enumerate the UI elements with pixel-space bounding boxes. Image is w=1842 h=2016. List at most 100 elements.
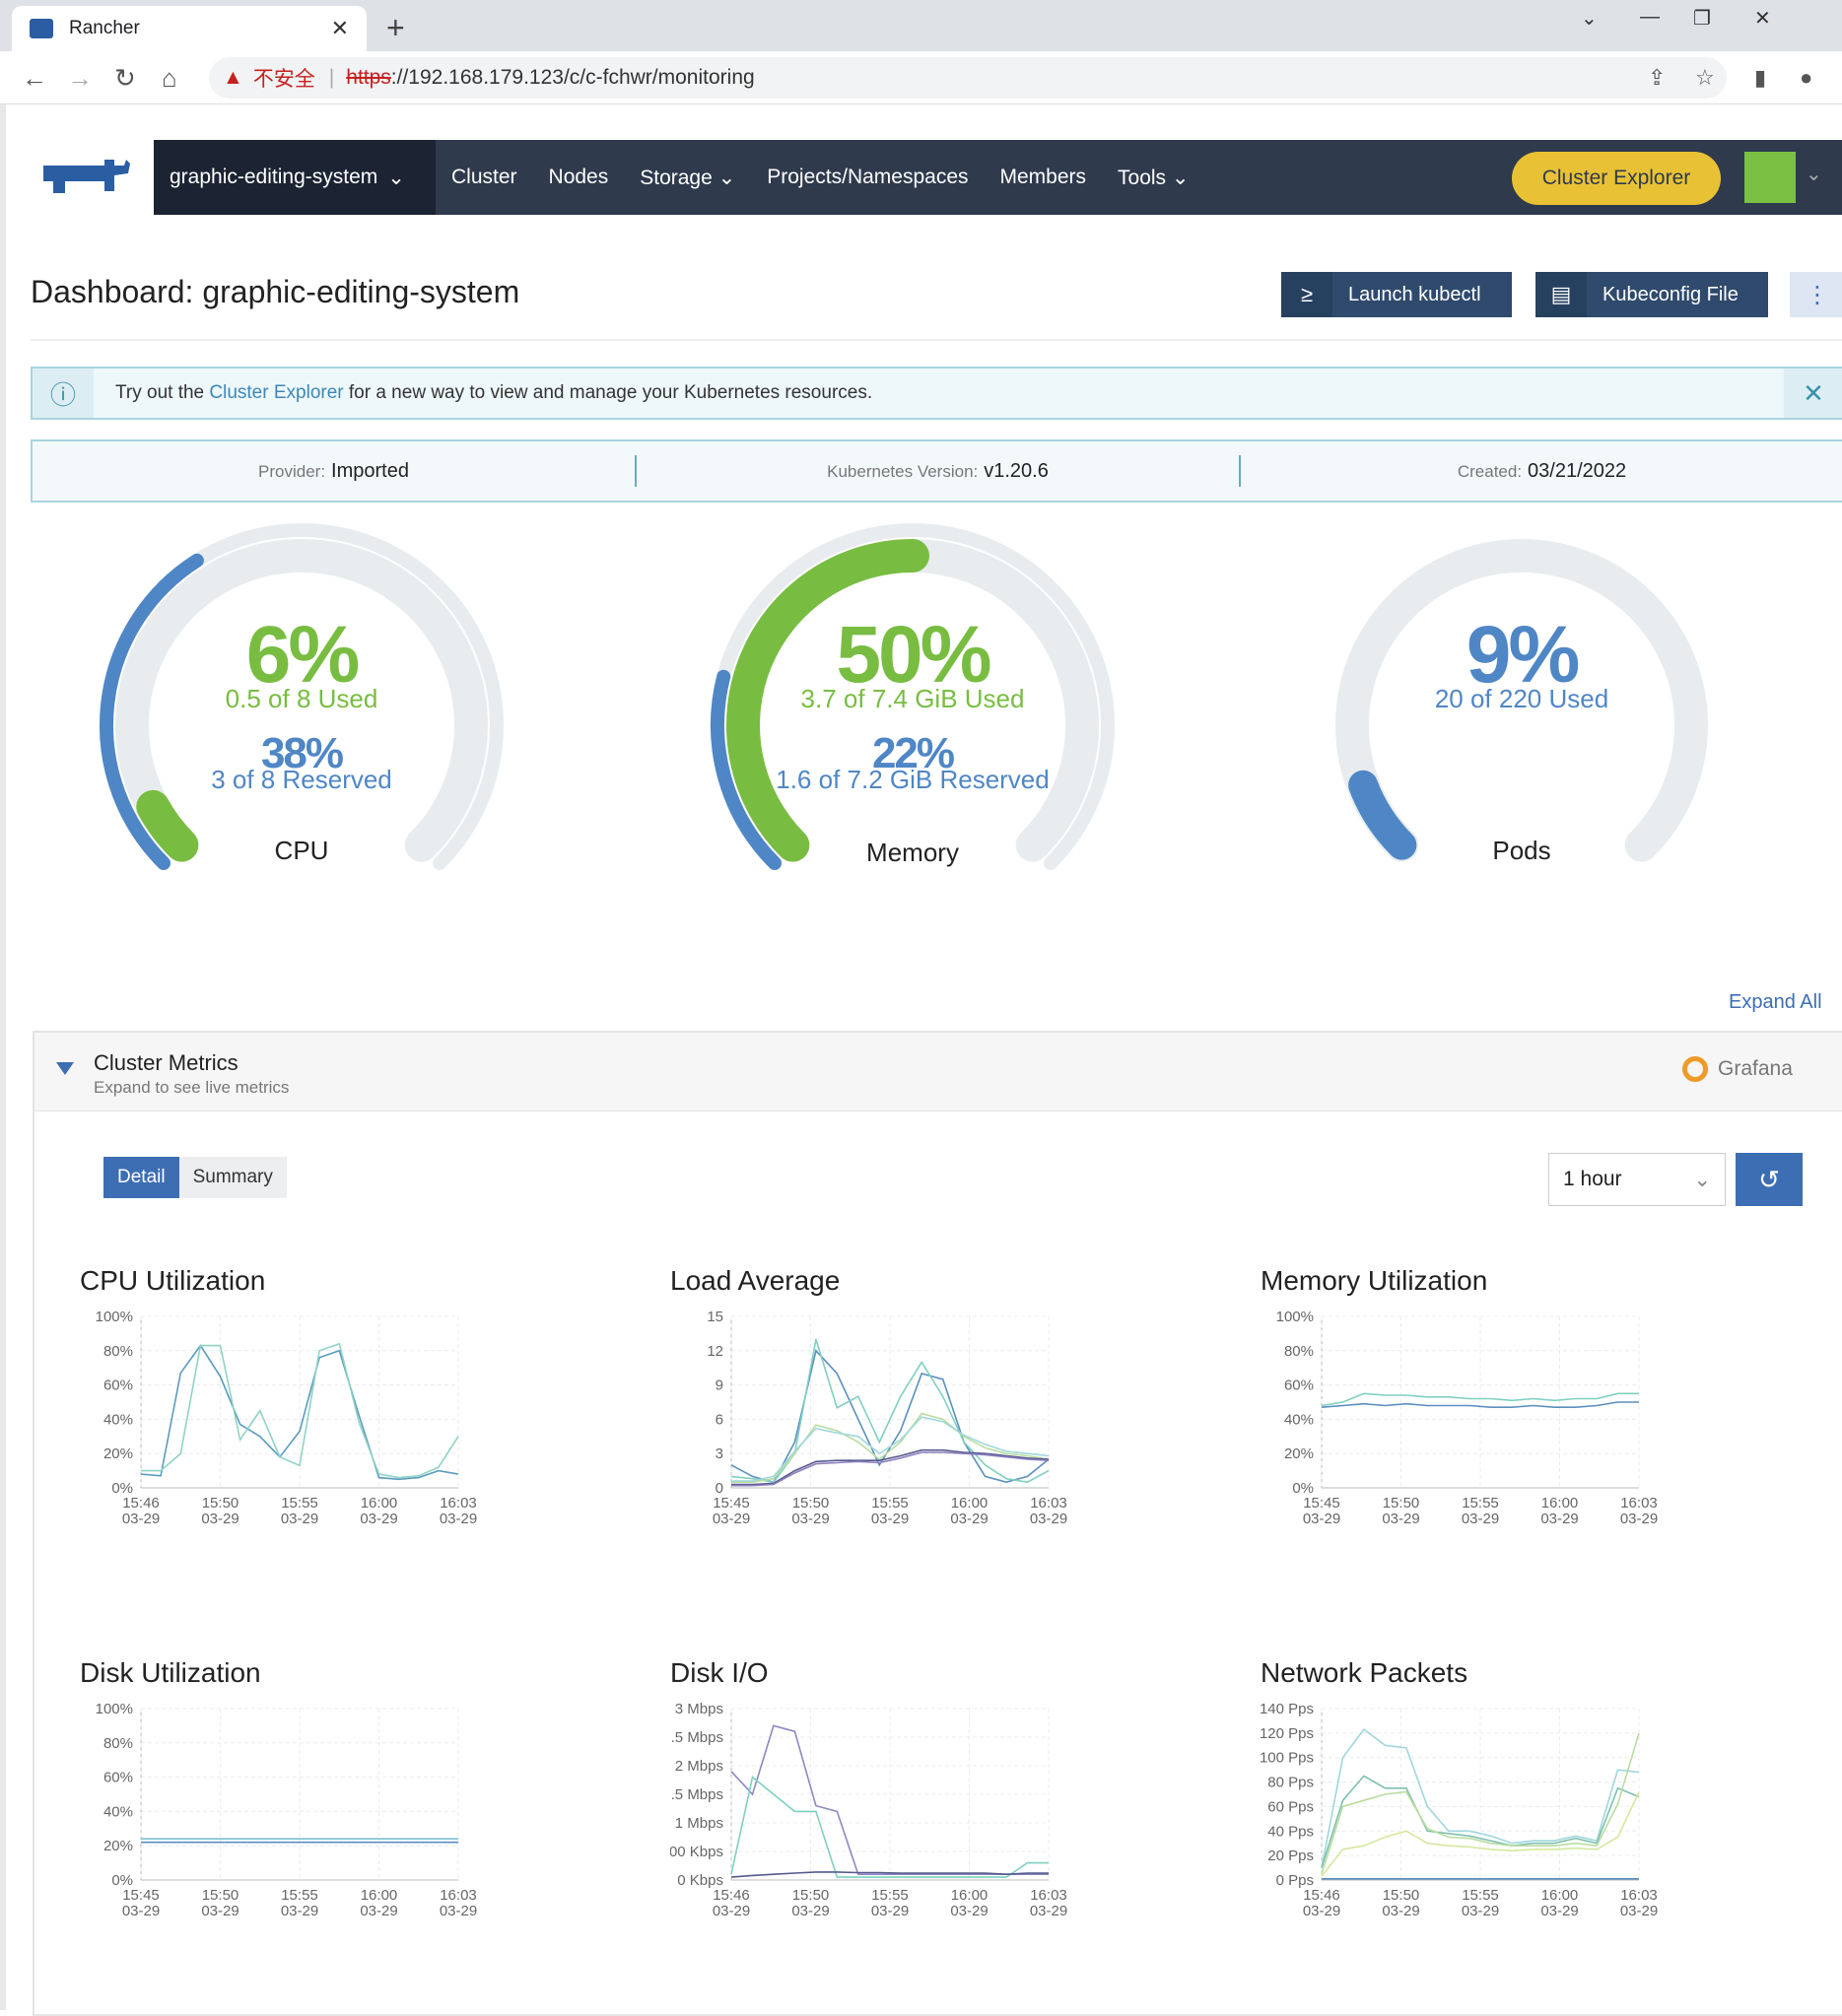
- x-tick-label: 15:46: [122, 1495, 160, 1512]
- detail-tab[interactable]: Detail: [103, 1157, 179, 1198]
- cluster-explorer-button[interactable]: Cluster Explorer: [1512, 152, 1721, 205]
- side-panel-icon[interactable]: ▮: [1754, 65, 1766, 91]
- x-tick-label: 15:50: [1383, 1495, 1420, 1512]
- nav-projects[interactable]: Projects/Namespaces: [767, 166, 968, 189]
- metrics-subtitle: Expand to see live metrics: [94, 1078, 290, 1097]
- x-tick-label: 16:00: [361, 1887, 398, 1904]
- new-tab-icon[interactable]: +: [386, 10, 405, 46]
- y-tick-label: 500 Kbps: [670, 1844, 723, 1860]
- more-actions-icon[interactable]: ⋮: [1790, 272, 1842, 317]
- y-tick-label: 20 Pps: [1267, 1848, 1314, 1864]
- warning-icon: ▲: [223, 66, 243, 89]
- x-tick-label: 15:55: [871, 1495, 909, 1512]
- refresh-button[interactable]: ↺: [1736, 1153, 1803, 1206]
- disk-io-chart: Disk I/O 3 Mbps 2.5 Mbps 2 Mbps 1.5 Mbps 1 M…: [670, 1657, 1222, 1982]
- y-tick-label: 2 Mbps: [675, 1758, 723, 1775]
- expand-all-link[interactable]: Expand All: [1729, 991, 1822, 1014]
- minimize-icon[interactable]: —: [1640, 6, 1660, 29]
- x-tick-label: 03-29: [1382, 1903, 1419, 1919]
- nav-storage[interactable]: Storage ⌄: [640, 166, 735, 190]
- nav-nodes[interactable]: Nodes: [549, 166, 609, 189]
- url-scheme: https: [346, 66, 391, 89]
- x-tick-label: 03-29: [1303, 1511, 1340, 1527]
- cpu-label: CPU: [274, 836, 329, 865]
- cluster-explorer-link[interactable]: Cluster Explorer: [209, 382, 343, 403]
- profile-icon[interactable]: ●: [1800, 65, 1812, 91]
- forward-icon[interactable]: →: [67, 63, 93, 94]
- x-tick-label: 03-29: [440, 1511, 477, 1527]
- y-tick-label: 60%: [103, 1770, 133, 1786]
- x-tick-label: 03-29: [950, 1511, 988, 1527]
- y-tick-label: 100 Pps: [1261, 1750, 1314, 1767]
- browser-tab-strip: Rancher ✕ + ⌄ — ❐ ✕: [0, 0, 1842, 51]
- restore-icon[interactable]: ❐: [1693, 6, 1711, 31]
- y-tick-label: 9: [716, 1378, 723, 1394]
- x-tick-label: 16:03: [440, 1887, 477, 1904]
- bookmark-star-icon[interactable]: ☆: [1695, 65, 1715, 91]
- chart-plot: 100%80%60%40%20%0%15:4603-2915:5003-2915…: [96, 1309, 478, 1527]
- x-tick-label: 15:50: [1383, 1887, 1420, 1904]
- close-window-icon[interactable]: ✕: [1754, 6, 1771, 31]
- x-tick-label: 03-29: [122, 1511, 160, 1527]
- url-field[interactable]: ▲ 不安全 | https ://192.168.179.123/c/c-fch…: [209, 57, 1727, 99]
- collapse-triangle-icon[interactable]: [56, 1062, 74, 1075]
- x-tick-label: 03-29: [440, 1903, 477, 1919]
- y-tick-label: 40%: [103, 1803, 133, 1820]
- tab-search-chevron-icon[interactable]: ⌄: [1581, 6, 1598, 31]
- y-tick-label: 40%: [103, 1411, 133, 1428]
- nav-cluster[interactable]: Cluster: [451, 166, 517, 189]
- x-tick-label: 16:00: [951, 1495, 989, 1512]
- banner-message: Try out the Cluster Explorer for a new w…: [115, 382, 1784, 404]
- banner-text-pre: Try out the: [115, 382, 210, 403]
- cluster-selector[interactable]: graphic-editing-system ⌄: [154, 140, 436, 215]
- memory-reserved-text: 1.6 of 7.2 GiB Reserved: [776, 765, 1050, 794]
- time-range-select[interactable]: 1 hour ⌄: [1548, 1153, 1726, 1206]
- y-tick-label: 80%: [103, 1343, 133, 1360]
- rancher-logo-icon[interactable]: [35, 154, 134, 201]
- x-tick-label: 03-29: [122, 1903, 160, 1919]
- reload-icon[interactable]: ↻: [114, 63, 136, 94]
- y-tick-label: 20%: [103, 1838, 133, 1854]
- pods-label: Pods: [1492, 836, 1551, 865]
- y-tick-label: 60%: [1284, 1378, 1314, 1394]
- y-tick-label: 12: [707, 1343, 723, 1360]
- metrics-header[interactable]: Cluster Metrics Expand to see live metri…: [34, 1033, 1842, 1111]
- x-tick-label: 15:55: [1462, 1887, 1499, 1904]
- divider: [31, 339, 1842, 341]
- cpu-reserved-text: 3 of 8 Reserved: [211, 765, 392, 794]
- provider-key: Provider:: [258, 461, 326, 481]
- pods-used-text: 20 of 220 Used: [1434, 684, 1609, 713]
- y-tick-label: 15: [707, 1309, 723, 1325]
- x-tick-label: 15:50: [792, 1495, 830, 1512]
- share-icon[interactable]: ⇪: [1648, 65, 1666, 91]
- x-tick-label: 15:55: [281, 1887, 318, 1904]
- nav-tools[interactable]: Tools ⌄: [1118, 166, 1189, 190]
- user-avatar[interactable]: [1744, 152, 1796, 203]
- close-tab-icon[interactable]: ✕: [331, 16, 349, 41]
- y-tick-label: 140 Pps: [1261, 1701, 1314, 1717]
- metrics-title: Cluster Metrics: [94, 1050, 239, 1075]
- chart-title: Load Average: [670, 1265, 841, 1296]
- chevron-down-icon[interactable]: ⌄: [1806, 162, 1822, 186]
- close-icon[interactable]: ✕: [1784, 369, 1842, 418]
- y-tick-label: 1 Mbps: [675, 1815, 723, 1832]
- back-icon[interactable]: ←: [22, 63, 47, 94]
- y-tick-label: 2.5 Mbps: [670, 1729, 723, 1746]
- x-tick-label: 03-29: [360, 1511, 397, 1527]
- x-tick-label: 16:03: [440, 1495, 477, 1512]
- x-tick-label: 16:00: [1541, 1887, 1579, 1904]
- nav-members[interactable]: Members: [1000, 166, 1087, 189]
- x-tick-label: 15:50: [202, 1495, 239, 1512]
- summary-tab[interactable]: Summary: [178, 1157, 287, 1198]
- chart-title: Disk Utilization: [80, 1657, 261, 1688]
- x-tick-label: 03-29: [713, 1903, 750, 1919]
- browser-tab[interactable]: Rancher ✕: [12, 6, 367, 51]
- launch-kubectl-button[interactable]: ≥ Launch kubectl: [1281, 272, 1512, 317]
- home-icon[interactable]: ⌂: [162, 63, 177, 94]
- info-banner: ⓘ Try out the Cluster Explorer for a new…: [31, 367, 1842, 420]
- kubeconfig-file-button[interactable]: ▤ Kubeconfig File: [1535, 272, 1768, 317]
- grafana-link[interactable]: Grafana: [1682, 1056, 1793, 1082]
- x-tick-label: 03-29: [791, 1903, 829, 1919]
- y-tick-label: 60%: [103, 1378, 133, 1394]
- address-bar-row: ← → ↻ ⌂ ▲ 不安全 | https ://192.168.179.123…: [0, 51, 1842, 104]
